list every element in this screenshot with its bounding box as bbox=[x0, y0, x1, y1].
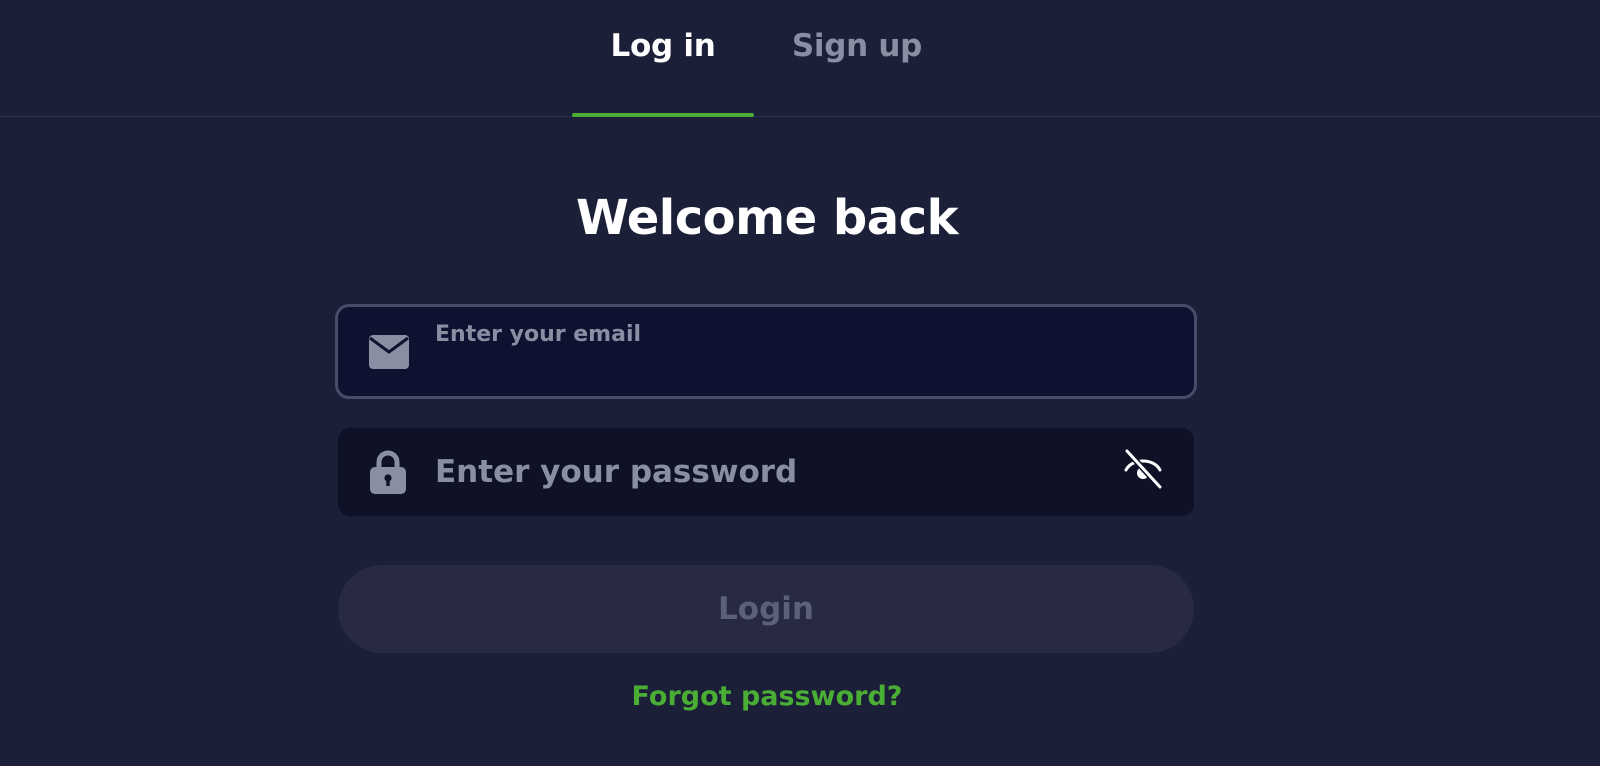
email-field-label: Enter your email bbox=[435, 322, 642, 347]
email-field[interactable]: Enter your email bbox=[335, 304, 1197, 399]
active-tab-indicator bbox=[572, 113, 754, 117]
password-input[interactable] bbox=[435, 450, 1075, 494]
tab-signup[interactable]: Sign up bbox=[782, 28, 932, 116]
mail-icon bbox=[369, 335, 409, 369]
password-field[interactable] bbox=[338, 428, 1194, 516]
forgot-password-link[interactable]: Forgot password? bbox=[0, 681, 1534, 712]
page-title: Welcome back bbox=[575, 190, 959, 246]
auth-tabs: Log in Sign up bbox=[0, 0, 1600, 117]
email-input[interactable] bbox=[435, 355, 1155, 385]
lock-icon bbox=[370, 450, 406, 494]
login-button[interactable]: Login bbox=[338, 565, 1194, 653]
eye-off-icon[interactable] bbox=[1122, 448, 1164, 490]
tab-login[interactable]: Log in bbox=[572, 28, 754, 116]
